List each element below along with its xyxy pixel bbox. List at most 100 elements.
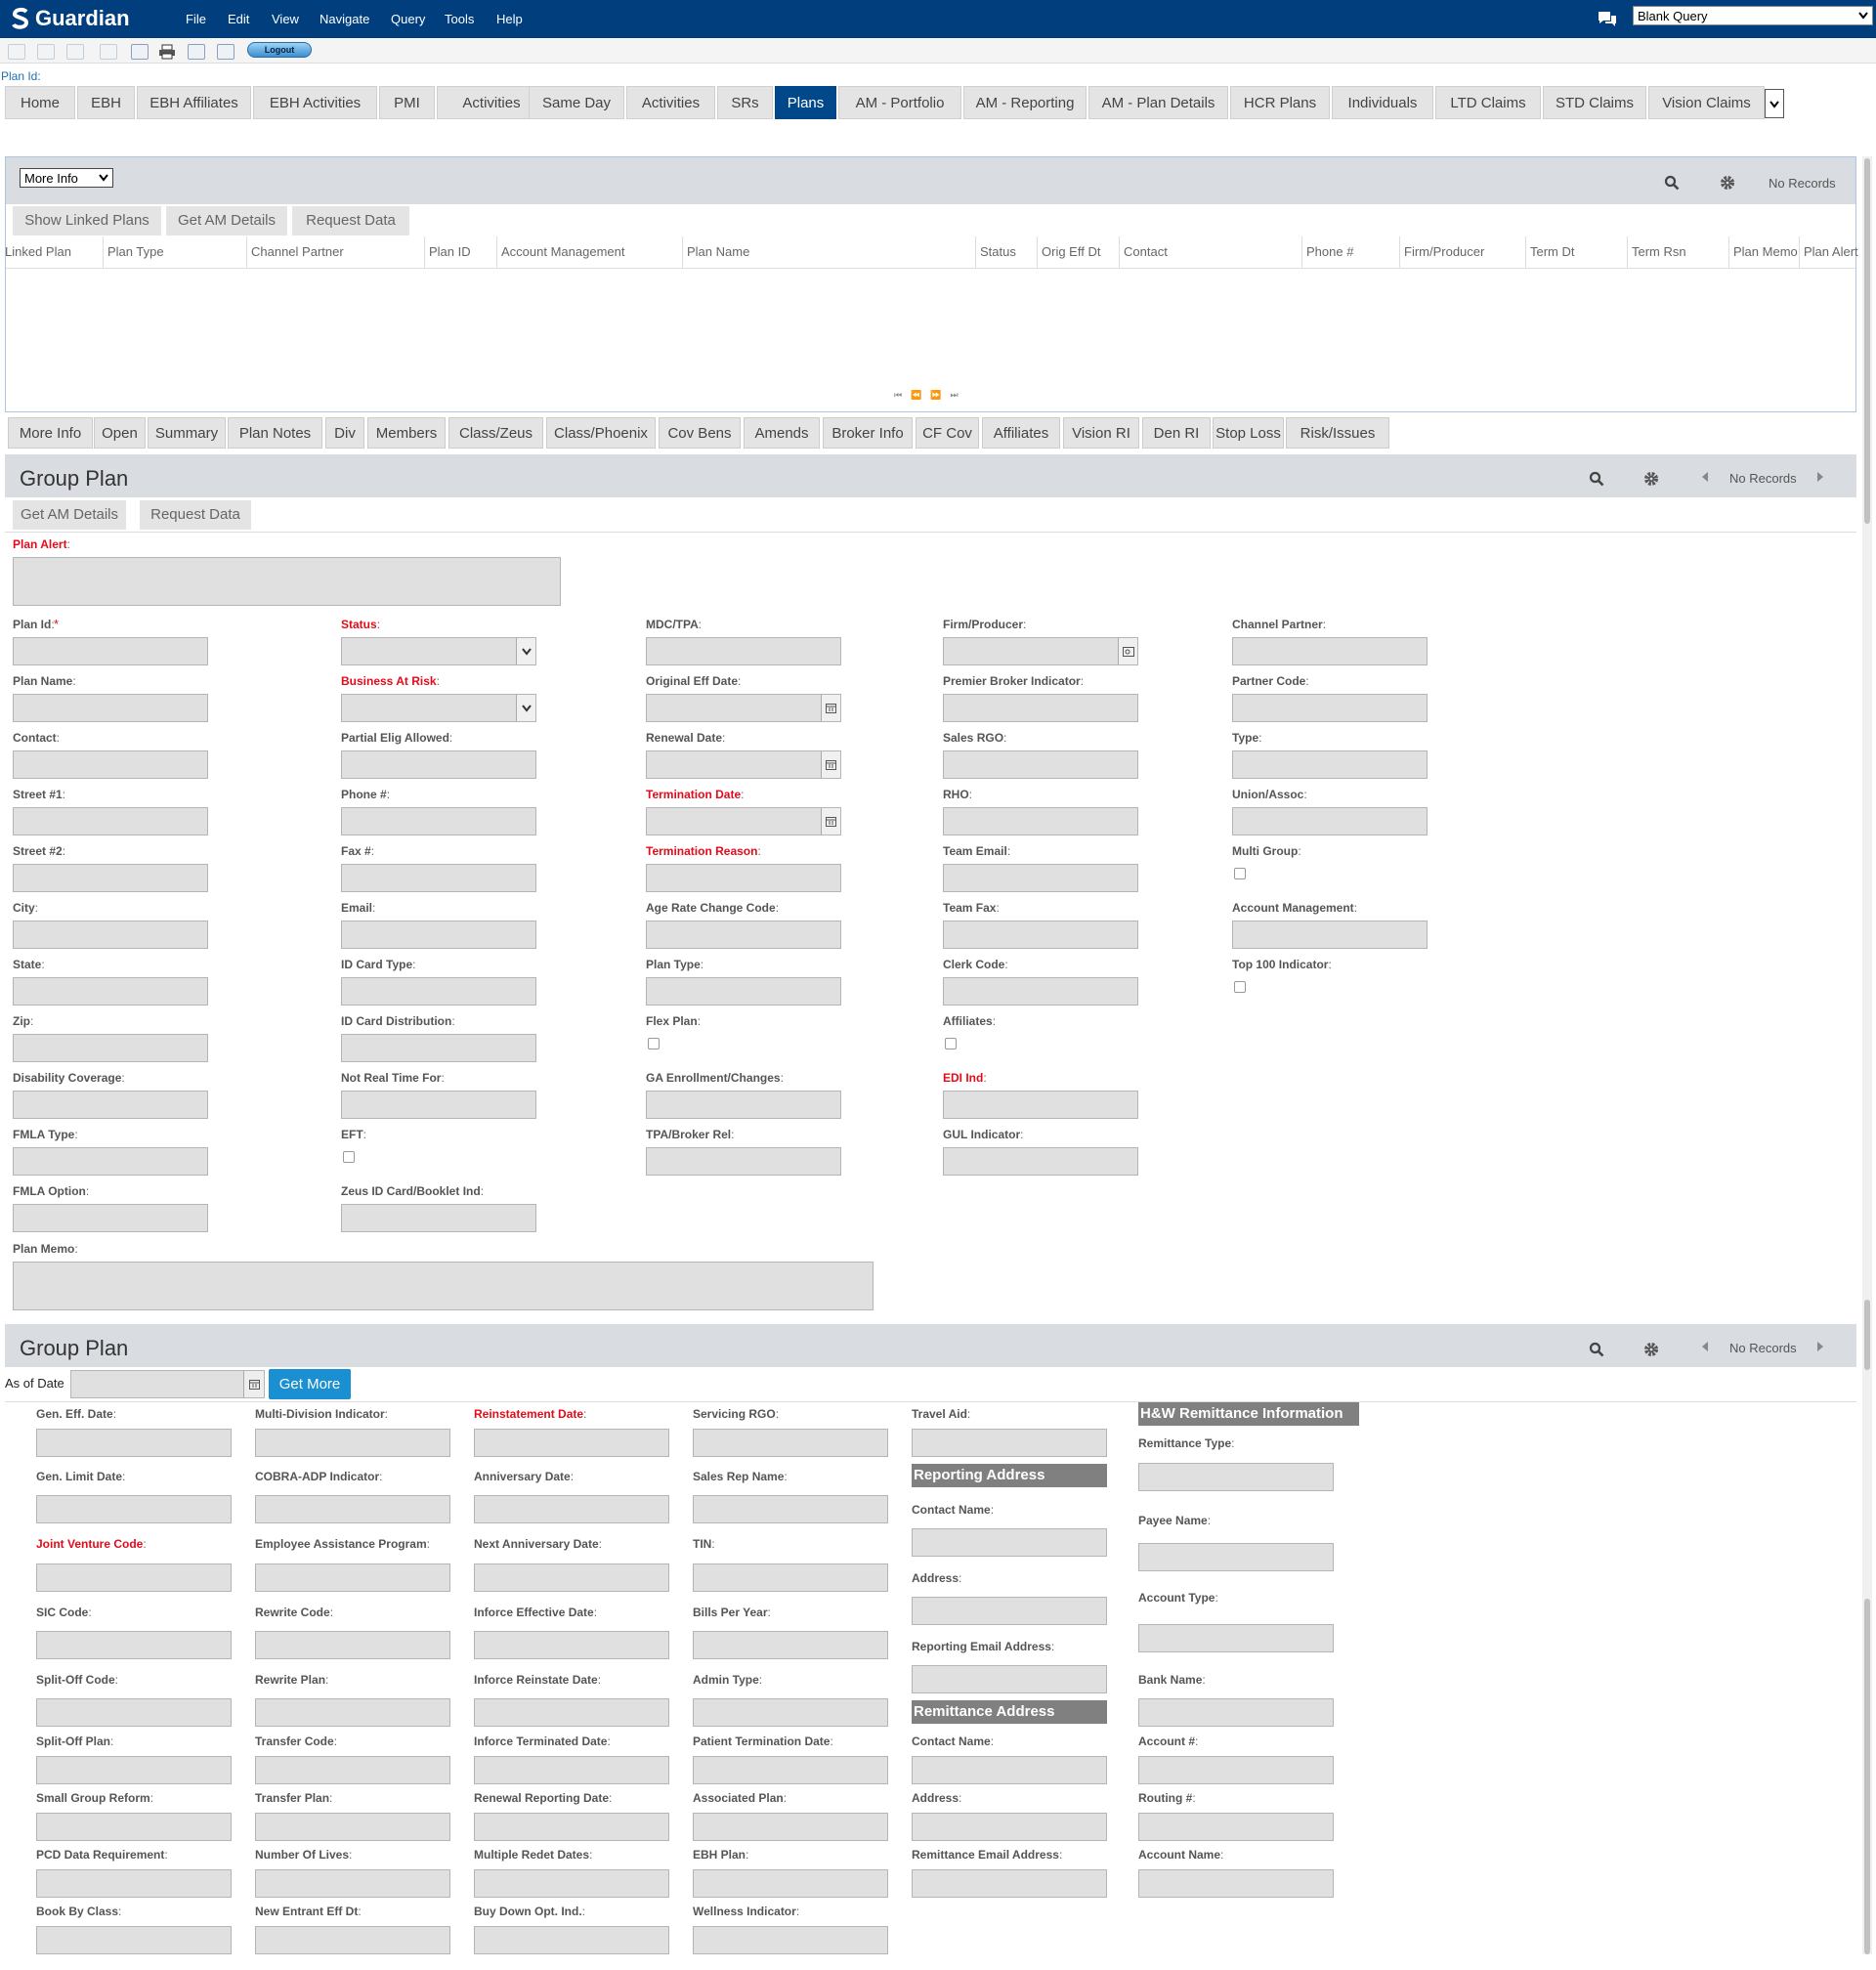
subtab-class-phoenix[interactable]: Class/Phoenix — [546, 417, 656, 449]
channel-partner-input[interactable] — [1232, 637, 1428, 665]
column-account-management[interactable]: Account Management — [501, 244, 624, 259]
multi-division-indicator-input[interactable] — [255, 1429, 450, 1457]
logout-button[interactable]: Logout — [247, 42, 312, 58]
prev-record-icon[interactable] — [1700, 1341, 1710, 1352]
subtab-stop-loss[interactable]: Stop Loss — [1213, 417, 1284, 449]
joint-venture-code-input[interactable] — [36, 1563, 232, 1592]
partner-code-input[interactable] — [1232, 694, 1428, 722]
travel-aid-input[interactable] — [912, 1429, 1107, 1457]
edit-icon[interactable] — [100, 44, 117, 60]
column-status[interactable]: Status — [980, 244, 1016, 259]
column-plan-memo[interactable]: Plan Memo — [1733, 244, 1798, 259]
sales-rgo-input[interactable] — [943, 750, 1138, 779]
wellness-indicator-input[interactable] — [693, 1926, 888, 1954]
city-input[interactable] — [13, 921, 208, 949]
union-assoc-input[interactable] — [1232, 807, 1428, 835]
subtab-affiliates[interactable]: Affiliates — [982, 417, 1060, 449]
street-2-input[interactable] — [13, 864, 208, 892]
tab-ebh-activities[interactable]: EBH Activities — [253, 86, 377, 119]
subtab-members[interactable]: Members — [367, 417, 446, 449]
top-100-indicator-checkbox[interactable] — [1234, 981, 1246, 993]
account-name-input[interactable] — [1138, 1869, 1334, 1898]
termination-reason-input[interactable] — [646, 864, 841, 892]
age-rate-change-code-input[interactable] — [646, 921, 841, 949]
column-plan-alert[interactable]: Plan Alert — [1804, 244, 1858, 259]
split-off-code-input[interactable] — [36, 1698, 232, 1727]
remittance-type-input[interactable] — [1138, 1463, 1334, 1491]
inforce-effective-date-input[interactable] — [474, 1631, 669, 1659]
column-term-rsn[interactable]: Term Rsn — [1632, 244, 1686, 259]
rewrite-plan-input[interactable] — [255, 1698, 450, 1727]
next-anniversary-date-input[interactable] — [474, 1563, 669, 1592]
tab-am-reporting[interactable]: AM - Reporting — [963, 86, 1087, 119]
business-at-risk-input[interactable] — [341, 694, 536, 722]
column-plan-id[interactable]: Plan ID — [429, 244, 471, 259]
users-icon[interactable] — [188, 44, 205, 60]
tab-activities-2[interactable]: Activities — [626, 86, 715, 119]
reporting-email-address-input[interactable] — [912, 1665, 1107, 1693]
firm-producer-input[interactable] — [943, 637, 1138, 665]
servicing-rgo-input[interactable] — [693, 1429, 888, 1457]
gen-limit-date-input[interactable] — [36, 1495, 232, 1523]
bills-per-year-input[interactable] — [693, 1631, 888, 1659]
tab-ltd-claims[interactable]: LTD Claims — [1435, 86, 1541, 119]
contact-name-input[interactable] — [912, 1756, 1107, 1784]
rho-input[interactable] — [943, 807, 1138, 835]
subtab-amends[interactable]: Amends — [744, 417, 820, 449]
business-at-risk-dropdown-button[interactable] — [516, 695, 535, 721]
menu-file[interactable]: File — [186, 12, 206, 26]
original-eff-date-calendar-button[interactable] — [821, 695, 840, 721]
address-input[interactable] — [912, 1597, 1107, 1625]
subtab-cf-cov[interactable]: CF Cov — [916, 417, 979, 449]
gear-icon[interactable] — [1643, 471, 1659, 487]
prev-page-icon[interactable]: ⏪ — [911, 390, 930, 400]
tin-input[interactable] — [693, 1563, 888, 1592]
account-management-input[interactable] — [1232, 921, 1428, 949]
zeus-id-card-booklet-ind-input[interactable] — [341, 1204, 536, 1232]
routing-input[interactable] — [1138, 1813, 1334, 1841]
new-doc-icon[interactable] — [8, 44, 25, 60]
list-get-am-details-button[interactable]: Get AM Details — [166, 206, 287, 236]
subtab-summary[interactable]: Summary — [148, 417, 226, 449]
subtab-risk-issues[interactable]: Risk/Issues — [1286, 417, 1389, 449]
phone-input[interactable] — [341, 807, 536, 835]
column-contact[interactable]: Contact — [1124, 244, 1168, 259]
pcd-data-requirement-input[interactable] — [36, 1869, 232, 1898]
reinstatement-date-input[interactable] — [474, 1429, 669, 1457]
mdc-tpa-input[interactable] — [646, 637, 841, 665]
subtab-more-info[interactable]: More Info — [8, 417, 93, 449]
list-scroll-thumb[interactable] — [1864, 158, 1870, 524]
column-orig-eff-dt[interactable]: Orig Eff Dt — [1042, 244, 1100, 259]
tab-hcr-plans[interactable]: HCR Plans — [1230, 86, 1330, 119]
premier-broker-indicator-input[interactable] — [943, 694, 1138, 722]
column-firm-producer[interactable]: Firm/Producer — [1404, 244, 1484, 259]
refresh-icon[interactable] — [66, 44, 84, 60]
small-group-reform-input[interactable] — [36, 1813, 232, 1841]
type-input[interactable] — [1232, 750, 1428, 779]
copy-icon[interactable] — [37, 44, 55, 60]
menu-help[interactable]: Help — [496, 12, 523, 26]
inforce-reinstate-date-input[interactable] — [474, 1698, 669, 1727]
subtab-den-ri[interactable]: Den RI — [1142, 417, 1211, 449]
rewrite-code-input[interactable] — [255, 1631, 450, 1659]
tab-pmi[interactable]: PMI — [379, 86, 435, 119]
as-of-date-input[interactable] — [70, 1370, 265, 1398]
bank-name-input[interactable] — [1138, 1698, 1334, 1727]
tab-ebh[interactable]: EBH — [77, 86, 135, 119]
termination-date-input[interactable] — [646, 807, 841, 835]
multi-group-checkbox[interactable] — [1234, 868, 1246, 879]
column-plan-name[interactable]: Plan Name — [687, 244, 749, 259]
renewal-date-calendar-button[interactable] — [821, 751, 840, 778]
tab-same-day[interactable]: Same Day — [529, 86, 624, 119]
termination-date-calendar-button[interactable] — [821, 808, 840, 835]
next-record-icon[interactable] — [1815, 1341, 1825, 1352]
not-real-time-for-input[interactable] — [341, 1091, 536, 1119]
original-eff-date-input[interactable] — [646, 694, 841, 722]
tpa-broker-rel-input[interactable] — [646, 1147, 841, 1176]
next-record-icon[interactable] — [1815, 471, 1825, 483]
payee-name-input[interactable] — [1138, 1543, 1334, 1571]
clerk-code-input[interactable] — [943, 977, 1138, 1006]
tab-srs[interactable]: SRs — [717, 86, 773, 119]
remittance-email-address-input[interactable] — [912, 1869, 1107, 1898]
id-card-distribution-input[interactable] — [341, 1034, 536, 1062]
